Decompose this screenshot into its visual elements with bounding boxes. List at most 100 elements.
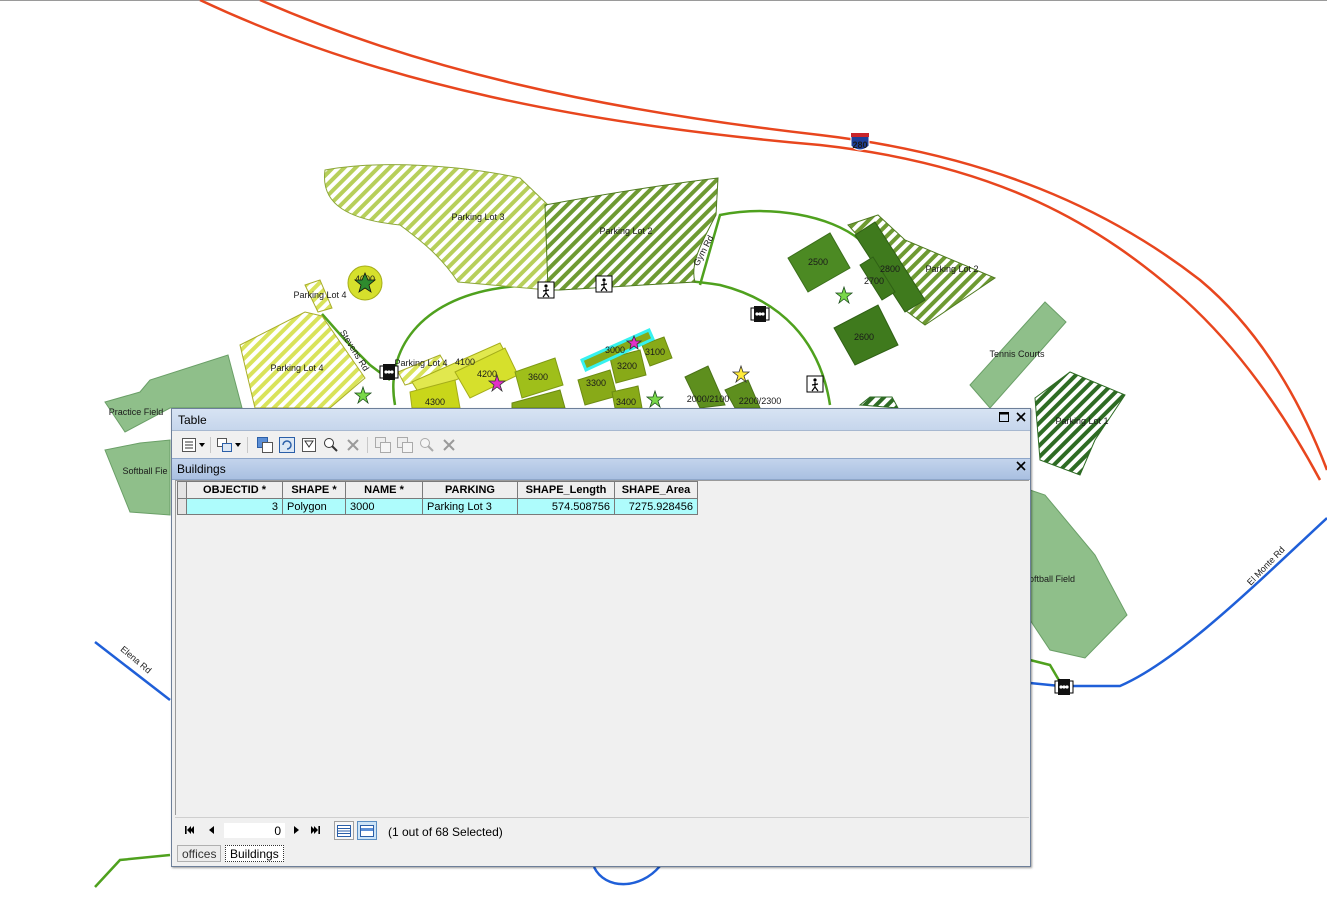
label-tennis-courts: Tennis Courts [989, 349, 1045, 359]
label-building-2200-2300: 2200/2300 [739, 396, 782, 406]
toolbar-separator [367, 437, 368, 453]
tab-buildings[interactable]: Buildings [225, 845, 284, 862]
label-parking-lot-4-west: Parking Lot 4 [270, 363, 323, 373]
table-status-bar: 0 (1 out of 68 Selected) [175, 817, 1029, 844]
star-marker-icon[interactable] [731, 364, 751, 384]
star-marker-icon[interactable] [834, 285, 854, 305]
previous-record-icon[interactable] [205, 825, 219, 837]
last-record-icon[interactable] [308, 825, 322, 837]
column-header-objectid[interactable]: OBJECTID * [186, 481, 283, 499]
related-tables-icon[interactable] [216, 436, 234, 454]
parking-lot-small-south-polygon[interactable] [858, 396, 899, 409]
tab-offices[interactable]: offices [177, 845, 222, 862]
first-record-icon[interactable] [183, 825, 197, 837]
clear-selection-icon[interactable] [300, 436, 318, 454]
label-softball-field-east: oftball Field [1029, 574, 1075, 584]
dropdown-arrow-icon[interactable] [198, 436, 206, 454]
buildings-table-header: Buildings [172, 458, 1030, 480]
traffic-light-icon [1054, 679, 1074, 695]
select-by-attributes-icon[interactable] [256, 436, 274, 454]
paste-icon[interactable] [396, 436, 414, 454]
dropdown-arrow-icon[interactable] [234, 436, 242, 454]
close-table-icon[interactable] [1014, 461, 1028, 475]
label-building-4300: 4300 [425, 397, 445, 407]
label-parking-lot-2-east: Parking Lot 2 [925, 264, 978, 274]
record-number-field[interactable]: 0 [223, 822, 286, 839]
table-options-icon[interactable] [180, 436, 198, 454]
show-all-records-button[interactable] [334, 821, 354, 840]
label-building-2600: 2600 [854, 332, 874, 342]
table-header-row: OBJECTID * SHAPE * NAME * PARKING SHAPE_… [177, 481, 698, 499]
road-se-green [1029, 658, 1062, 683]
highway-280-shield: 280 [850, 132, 870, 151]
star-marker-icon[interactable] [645, 389, 665, 409]
attribute-table: OBJECTID * SHAPE * NAME * PARKING SHAPE_… [177, 481, 698, 515]
road-south-loop [592, 865, 661, 886]
column-header-name[interactable]: NAME * [345, 481, 423, 499]
pedestrian-crossing-icon [806, 375, 824, 393]
label-building-2700: 2700 [864, 276, 884, 286]
label-building-3200: 3200 [617, 361, 637, 371]
cell-shape-length[interactable]: 574.508756 [517, 498, 615, 515]
zoom-disabled-icon[interactable] [418, 436, 436, 454]
row-selector[interactable] [177, 498, 187, 515]
road-sw-green [94, 853, 171, 888]
label-parking-lot-1: Parking Lot 1 [1055, 416, 1108, 426]
switch-selection-icon[interactable] [278, 436, 296, 454]
cell-objectid[interactable]: 3 [186, 498, 283, 515]
label-parking-lot-4-mid: Parking Lot 4 [394, 358, 447, 368]
softball-field-west-polygon[interactable] [104, 439, 171, 516]
label-building-2800: 2800 [880, 264, 900, 274]
maximize-icon[interactable] [997, 412, 1011, 426]
row-selector-header[interactable] [177, 481, 187, 499]
table-window-title: Table [178, 413, 207, 427]
label-building-4100: 4100 [455, 357, 475, 367]
label-building-2500: 2500 [808, 257, 828, 267]
svg-text:280: 280 [852, 140, 867, 150]
parking-lot-4-west-polygon[interactable] [239, 311, 366, 409]
label-parking-lot-4-north: Parking Lot 4 [293, 290, 346, 300]
label-road-elena: Elena Rd [119, 644, 154, 675]
table-window-titlebar[interactable]: Table [172, 409, 1030, 431]
traffic-light-icon [750, 306, 770, 322]
delete-selected-icon[interactable] [344, 436, 362, 454]
label-building-3400: 3400 [616, 397, 636, 407]
label-building-3000: 3000 [605, 345, 625, 355]
label-building-3300: 3300 [586, 378, 606, 388]
toolbar-separator [247, 437, 248, 453]
attribute-table-window[interactable]: Table Buildings OBJECTID * SHAPE * NAME … [171, 408, 1031, 867]
label-building-3100: 3100 [645, 347, 665, 357]
table-row[interactable]: 3 Polygon 3000 Parking Lot 3 574.508756 … [177, 498, 698, 515]
close-icon[interactable] [1014, 412, 1028, 426]
label-softball-field-west: Softball Fie [122, 466, 167, 476]
toolbar-separator [210, 437, 211, 453]
label-parking-lot-2-west: Parking Lot 2 [599, 226, 652, 236]
table-toolbar [172, 431, 1030, 459]
column-header-shape[interactable]: SHAPE * [282, 481, 346, 499]
show-selected-records-button[interactable] [357, 821, 377, 840]
cell-shape-area[interactable]: 7275.928456 [614, 498, 698, 515]
pedestrian-crossing-icon [595, 275, 613, 293]
column-header-parking[interactable]: PARKING [422, 481, 518, 499]
next-record-icon[interactable] [289, 825, 303, 837]
traffic-light-icon [379, 364, 399, 380]
attribute-grid[interactable]: OBJECTID * SHAPE * NAME * PARKING SHAPE_… [175, 480, 1029, 815]
copy-selected-icon[interactable] [374, 436, 392, 454]
table-tabs: offices Buildings [175, 843, 1029, 865]
label-road-el-monte: El Monte Rd [1245, 545, 1287, 588]
cell-shape[interactable]: Polygon [282, 498, 346, 515]
zoom-to-selected-icon[interactable] [322, 436, 340, 454]
cell-parking[interactable]: Parking Lot 3 [422, 498, 518, 515]
label-building-2000-2100: 2000/2100 [687, 394, 730, 404]
label-building-4200: 4200 [477, 369, 497, 379]
cell-name[interactable]: 3000 [345, 498, 423, 515]
label-building-3600: 3600 [528, 372, 548, 382]
pedestrian-crossing-icon [537, 281, 555, 299]
column-header-shape-length[interactable]: SHAPE_Length [517, 481, 615, 499]
column-header-shape-area[interactable]: SHAPE_Area [614, 481, 698, 499]
delete-disabled-icon[interactable] [440, 436, 458, 454]
star-marker-icon[interactable] [353, 385, 373, 405]
selection-status: (1 out of 68 Selected) [388, 825, 503, 839]
label-parking-lot-3: Parking Lot 3 [451, 212, 504, 222]
table-name: Buildings [177, 462, 226, 476]
